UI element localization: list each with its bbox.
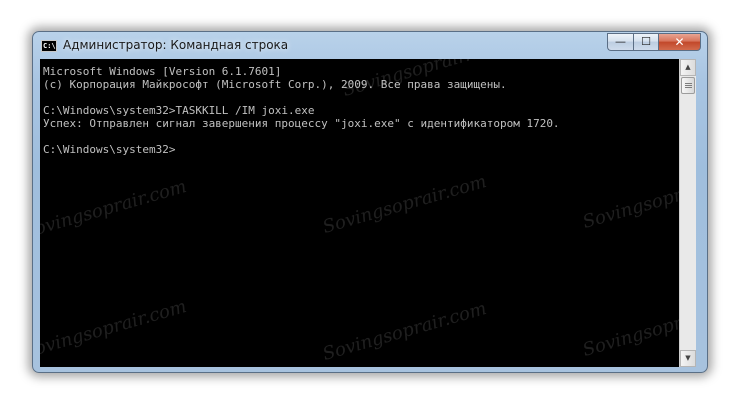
watermark-text: Sovingsoprair.com [40, 296, 189, 363]
watermark-text: Sovingsoprair.com [580, 166, 679, 233]
watermark-text: Sovingsoprair.com [320, 298, 489, 365]
console-line-command: C:\Windows\system32>TASKKILL /IM joxi.ex… [43, 104, 315, 117]
grip-line [685, 87, 692, 88]
title-bar[interactable]: C:\ Администратор: Командная строка — ☐ … [33, 32, 707, 59]
minimize-button[interactable]: — [607, 33, 633, 51]
scroll-thumb[interactable] [681, 77, 695, 94]
watermark-text: Sovingsoprair.com [320, 171, 489, 238]
window-controls: — ☐ ✕ [607, 33, 701, 51]
vertical-scrollbar[interactable]: ▲ ▼ [679, 59, 696, 367]
console-line-prompt: C:\Windows\system32> [43, 143, 176, 156]
console-line-version: Microsoft Windows [Version 6.1.7601] [43, 65, 282, 78]
grip-line [685, 85, 692, 86]
grip-line [685, 83, 692, 84]
scroll-up-icon[interactable]: ▲ [680, 59, 696, 76]
window-title: Администратор: Командная строка [63, 38, 289, 52]
cmd-window: C:\ Администратор: Командная строка — ☐ … [32, 31, 708, 373]
console-app-icon[interactable]: C:\ [41, 40, 57, 52]
close-button[interactable]: ✕ [658, 33, 701, 51]
watermark-text: Sovingsoprair.com [580, 294, 679, 361]
maximize-button[interactable]: ☐ [633, 33, 658, 51]
watermark-text: Sovingsoprair.com [40, 176, 189, 243]
console-line-result: Успех: Отправлен сигнал завершения проце… [43, 117, 560, 130]
console-line-copyright: (c) Корпорация Майкрософт (Microsoft Cor… [43, 78, 507, 91]
scroll-down-icon[interactable]: ▼ [680, 350, 696, 367]
console-output[interactable]: Microsoft Windows [Version 6.1.7601] (c)… [40, 59, 679, 367]
